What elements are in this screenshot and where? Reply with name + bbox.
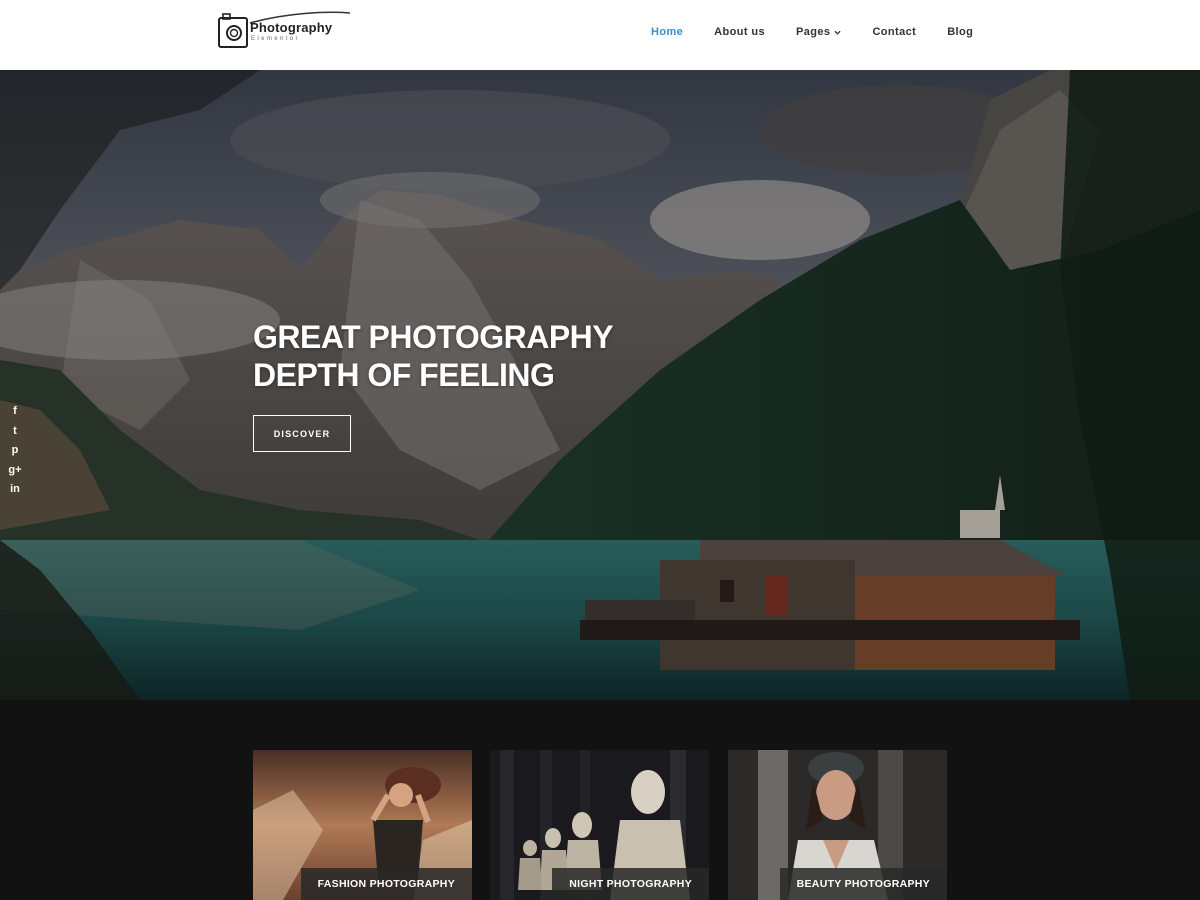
nav-pages-label: Pages xyxy=(796,26,831,38)
card-beauty-photography[interactable]: BEAUTY PHOTOGRAPHY xyxy=(728,750,947,900)
card-fashion-photography[interactable]: FASHION PHOTOGRAPHY xyxy=(253,750,472,900)
services-section: FASHION PHOTOGRAPHY NIGHT PHOTOGRAPHY BE… xyxy=(0,700,1200,900)
nav-contact-label: Contact xyxy=(872,26,917,38)
nav-contact[interactable]: Contact xyxy=(872,26,916,38)
google-plus-icon[interactable]: g+ xyxy=(8,464,22,484)
main-nav: Home About us Pages Contact Blog xyxy=(651,26,973,38)
nav-about-label: About us xyxy=(714,26,766,38)
nav-blog-label: Blog xyxy=(947,26,974,38)
nav-pages[interactable]: Pages xyxy=(796,26,842,38)
discover-button[interactable]: DISCOVER xyxy=(253,415,351,452)
nav-home-label: Home xyxy=(651,26,684,38)
social-links: f t p g+ in xyxy=(8,405,22,503)
pinterest-icon[interactable]: p xyxy=(8,444,22,464)
card-beauty-label: BEAUTY PHOTOGRAPHY xyxy=(779,868,947,900)
logo-subtitle: Elementor xyxy=(251,36,300,42)
card-fashion-label: FASHION PHOTOGRAPHY xyxy=(300,868,472,900)
site-logo[interactable]: Photography Elementor xyxy=(216,9,351,51)
facebook-icon[interactable]: f xyxy=(8,405,22,425)
hero-title-line2: DEPTH OF FEELING xyxy=(253,357,555,393)
site-header: Photography Elementor Home About us Page… xyxy=(0,0,1200,70)
chevron-down-icon xyxy=(834,30,842,35)
hero-title: GREAT PHOTOGRAPHY DEPTH OF FEELING xyxy=(253,318,614,394)
card-night-label: NIGHT PHOTOGRAPHY xyxy=(552,868,709,900)
hero-title-line1: GREAT PHOTOGRAPHY xyxy=(253,319,614,355)
nav-about[interactable]: About us xyxy=(714,26,765,38)
logo-title: Photography xyxy=(250,20,333,35)
nav-blog[interactable]: Blog xyxy=(947,26,973,38)
card-night-photography[interactable]: NIGHT PHOTOGRAPHY xyxy=(490,750,709,900)
nav-home[interactable]: Home xyxy=(651,26,683,38)
hero-section: GREAT PHOTOGRAPHY DEPTH OF FEELING DISCO… xyxy=(0,70,1200,700)
twitter-icon[interactable]: t xyxy=(8,425,22,445)
linkedin-icon[interactable]: in xyxy=(8,483,22,503)
